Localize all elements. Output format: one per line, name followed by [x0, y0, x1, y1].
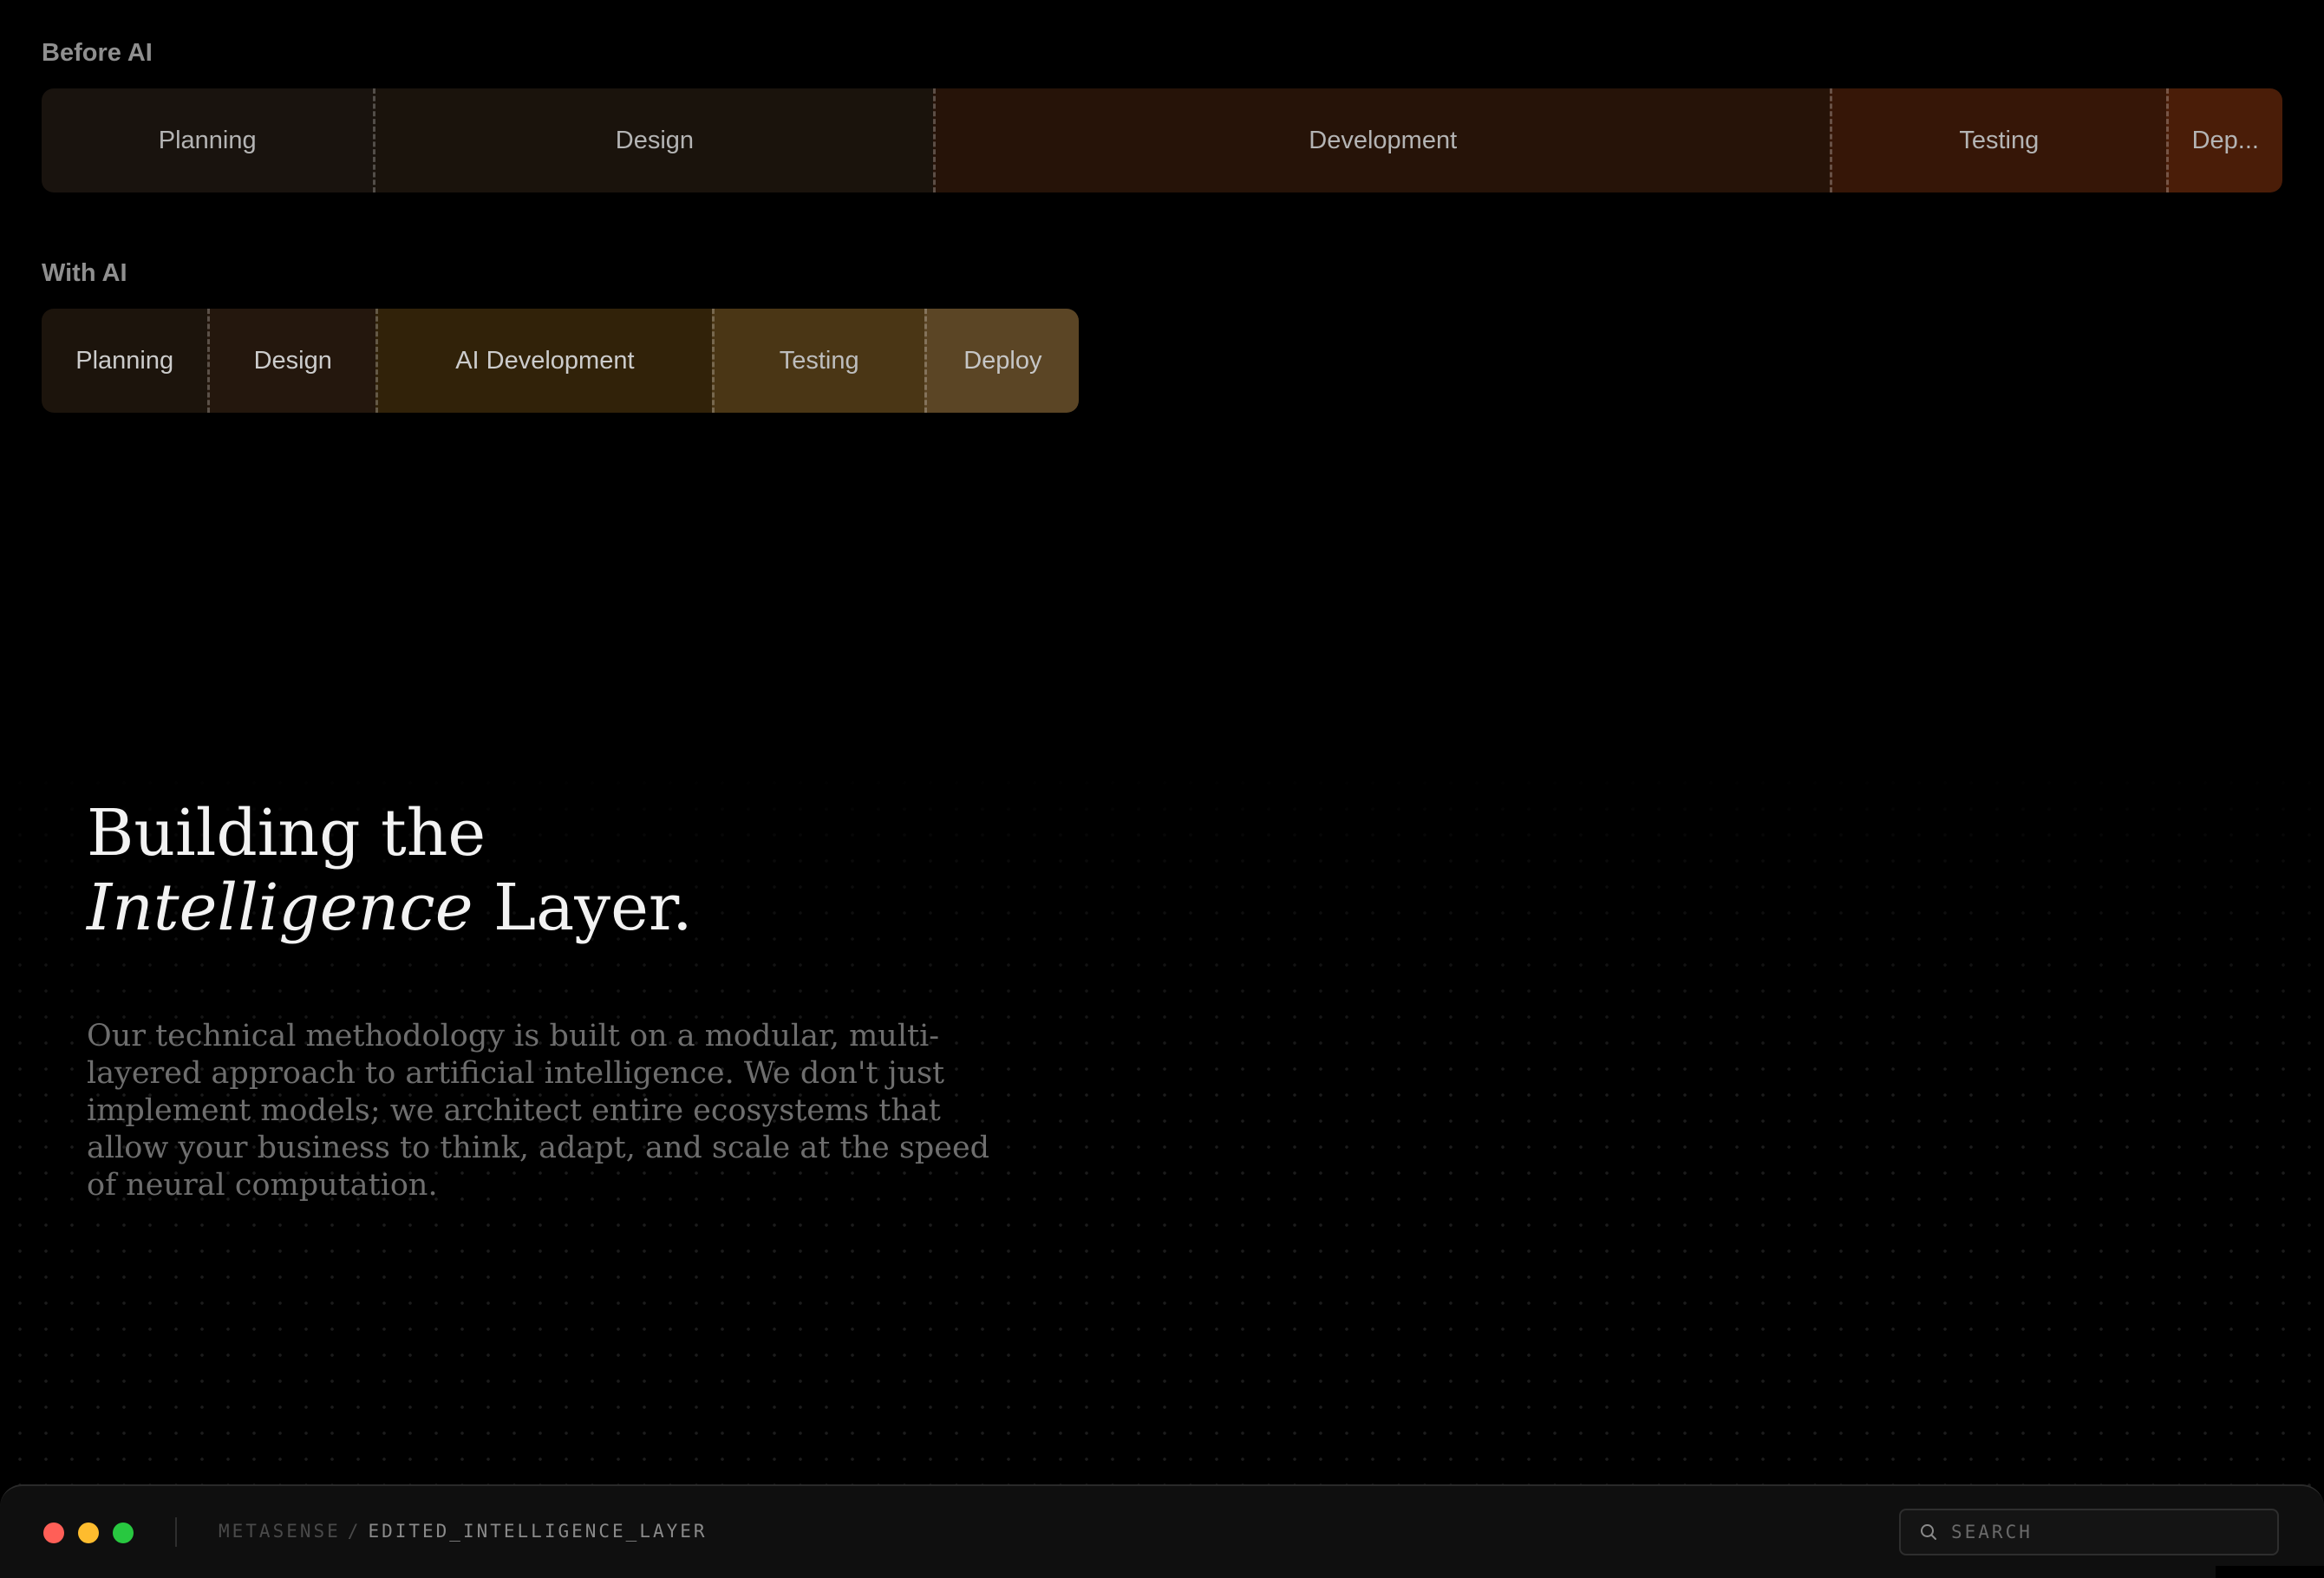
phase-label: Dep...: [2191, 126, 2259, 154]
corner-notch: [2216, 1566, 2324, 1578]
phase-with-ai-planning: Planning: [42, 309, 208, 413]
phase-label: Planning: [158, 126, 257, 154]
breadcrumb-current: EDITED_INTELLIGENCE_LAYER: [368, 1521, 708, 1542]
search-icon: [1921, 1524, 1936, 1540]
phase-before-testing: Testing: [1830, 88, 2166, 192]
maximize-window-button[interactable]: [113, 1523, 134, 1543]
bottom-window-bar: METASENSE / EDITED_INTELLIGENCE_LAYER: [0, 1484, 2324, 1578]
phase-label: Design: [253, 346, 332, 375]
phase-with-ai-deploy: Deploy: [924, 309, 1079, 413]
search-input[interactable]: [1951, 1522, 2277, 1542]
phase-label: AI Development: [455, 346, 635, 375]
minimize-window-button[interactable]: [78, 1523, 99, 1543]
before-ai-label: Before AI: [42, 39, 153, 67]
hero-title-italic: Intelligence: [87, 871, 473, 945]
with-ai-timeline: Planning Design AI Development Testing Deplo…: [42, 309, 1079, 413]
divider: [175, 1517, 177, 1547]
phase-label: Development: [1309, 126, 1458, 154]
before-ai-timeline: Planning Design Development Testing Dep...: [42, 88, 2282, 192]
phase-with-ai-testing: Testing: [711, 309, 924, 413]
hero-title-rest: Layer.: [473, 871, 693, 945]
phase-with-ai-design: Design: [207, 309, 376, 413]
hero-title-line1: Building the: [87, 796, 486, 871]
with-ai-label: With AI: [42, 259, 127, 287]
phase-label: Testing: [1959, 126, 2040, 154]
phase-label: Design: [615, 126, 695, 154]
breadcrumb-root[interactable]: METASENSE: [219, 1521, 341, 1542]
phase-label: Testing: [779, 346, 859, 375]
hero-title: Building the Intelligence Layer.: [87, 796, 693, 945]
phase-label: Deploy: [963, 346, 1042, 375]
phase-before-dep: Dep...: [2165, 88, 2282, 192]
phase-with-ai-ai-development: AI Development: [375, 309, 712, 413]
breadcrumb: METASENSE / EDITED_INTELLIGENCE_LAYER: [219, 1521, 708, 1542]
phase-before-development: Development: [933, 88, 1831, 192]
phase-before-design: Design: [373, 88, 934, 192]
phase-label: Planning: [75, 346, 174, 375]
phase-before-planning: Planning: [42, 88, 374, 192]
breadcrumb-separator: /: [347, 1521, 362, 1542]
hero-description: Our technical methodology is built on a …: [87, 1019, 990, 1203]
close-window-button[interactable]: [43, 1523, 64, 1543]
search-box[interactable]: [1899, 1509, 2279, 1555]
